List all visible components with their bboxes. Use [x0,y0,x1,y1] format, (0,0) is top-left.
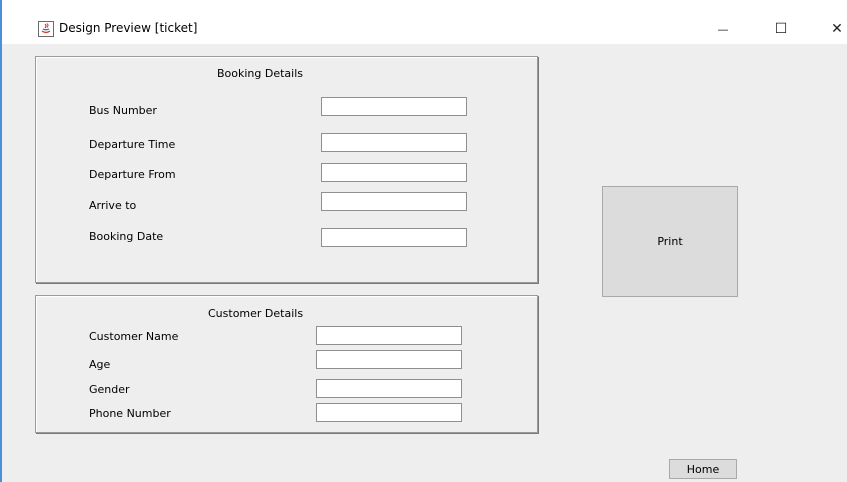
departure-from-label: Departure From [89,168,176,181]
maximize-button[interactable]: ☐ [758,14,804,44]
close-button[interactable]: ✕ [814,14,847,44]
departure-time-label: Departure Time [89,138,176,151]
java-app-icon [38,21,54,37]
home-button[interactable]: Home [669,459,737,479]
booking-details-title: Booking Details [217,67,304,80]
arrive-to-input[interactable] [321,192,467,211]
departure-from-input[interactable] [321,163,467,182]
title-bar[interactable]: Design Preview [ticket] — ☐ ✕ [2,0,847,44]
departure-time-input[interactable] [321,133,467,152]
bus-number-input[interactable] [321,97,467,116]
minimize-button[interactable]: — [700,14,746,44]
customer-details-title: Customer Details [208,307,304,320]
minimize-icon: — [717,22,729,36]
customer-name-input[interactable] [316,326,462,345]
arrive-to-label: Arrive to [89,199,137,212]
age-input[interactable] [316,350,462,369]
print-button[interactable]: Print [602,186,738,297]
gender-input[interactable] [316,379,462,398]
phone-number-label: Phone Number [89,407,171,420]
gender-label: Gender [89,383,130,396]
phone-number-input[interactable] [316,403,462,422]
close-icon: ✕ [831,21,843,37]
booking-date-label: Booking Date [89,230,164,243]
window-content: Booking Details Bus Number Departure Tim… [2,44,847,482]
customer-name-label: Customer Name [89,330,179,343]
maximize-icon: ☐ [774,21,788,37]
booking-details-panel: Booking Details Bus Number Departure Tim… [35,56,538,283]
bus-number-label: Bus Number [89,104,157,117]
customer-details-panel: Customer Details Customer Name Age Gende… [35,295,538,433]
booking-date-input[interactable] [321,228,467,247]
age-label: Age [89,358,111,371]
window-title: Design Preview [ticket] [59,21,198,35]
